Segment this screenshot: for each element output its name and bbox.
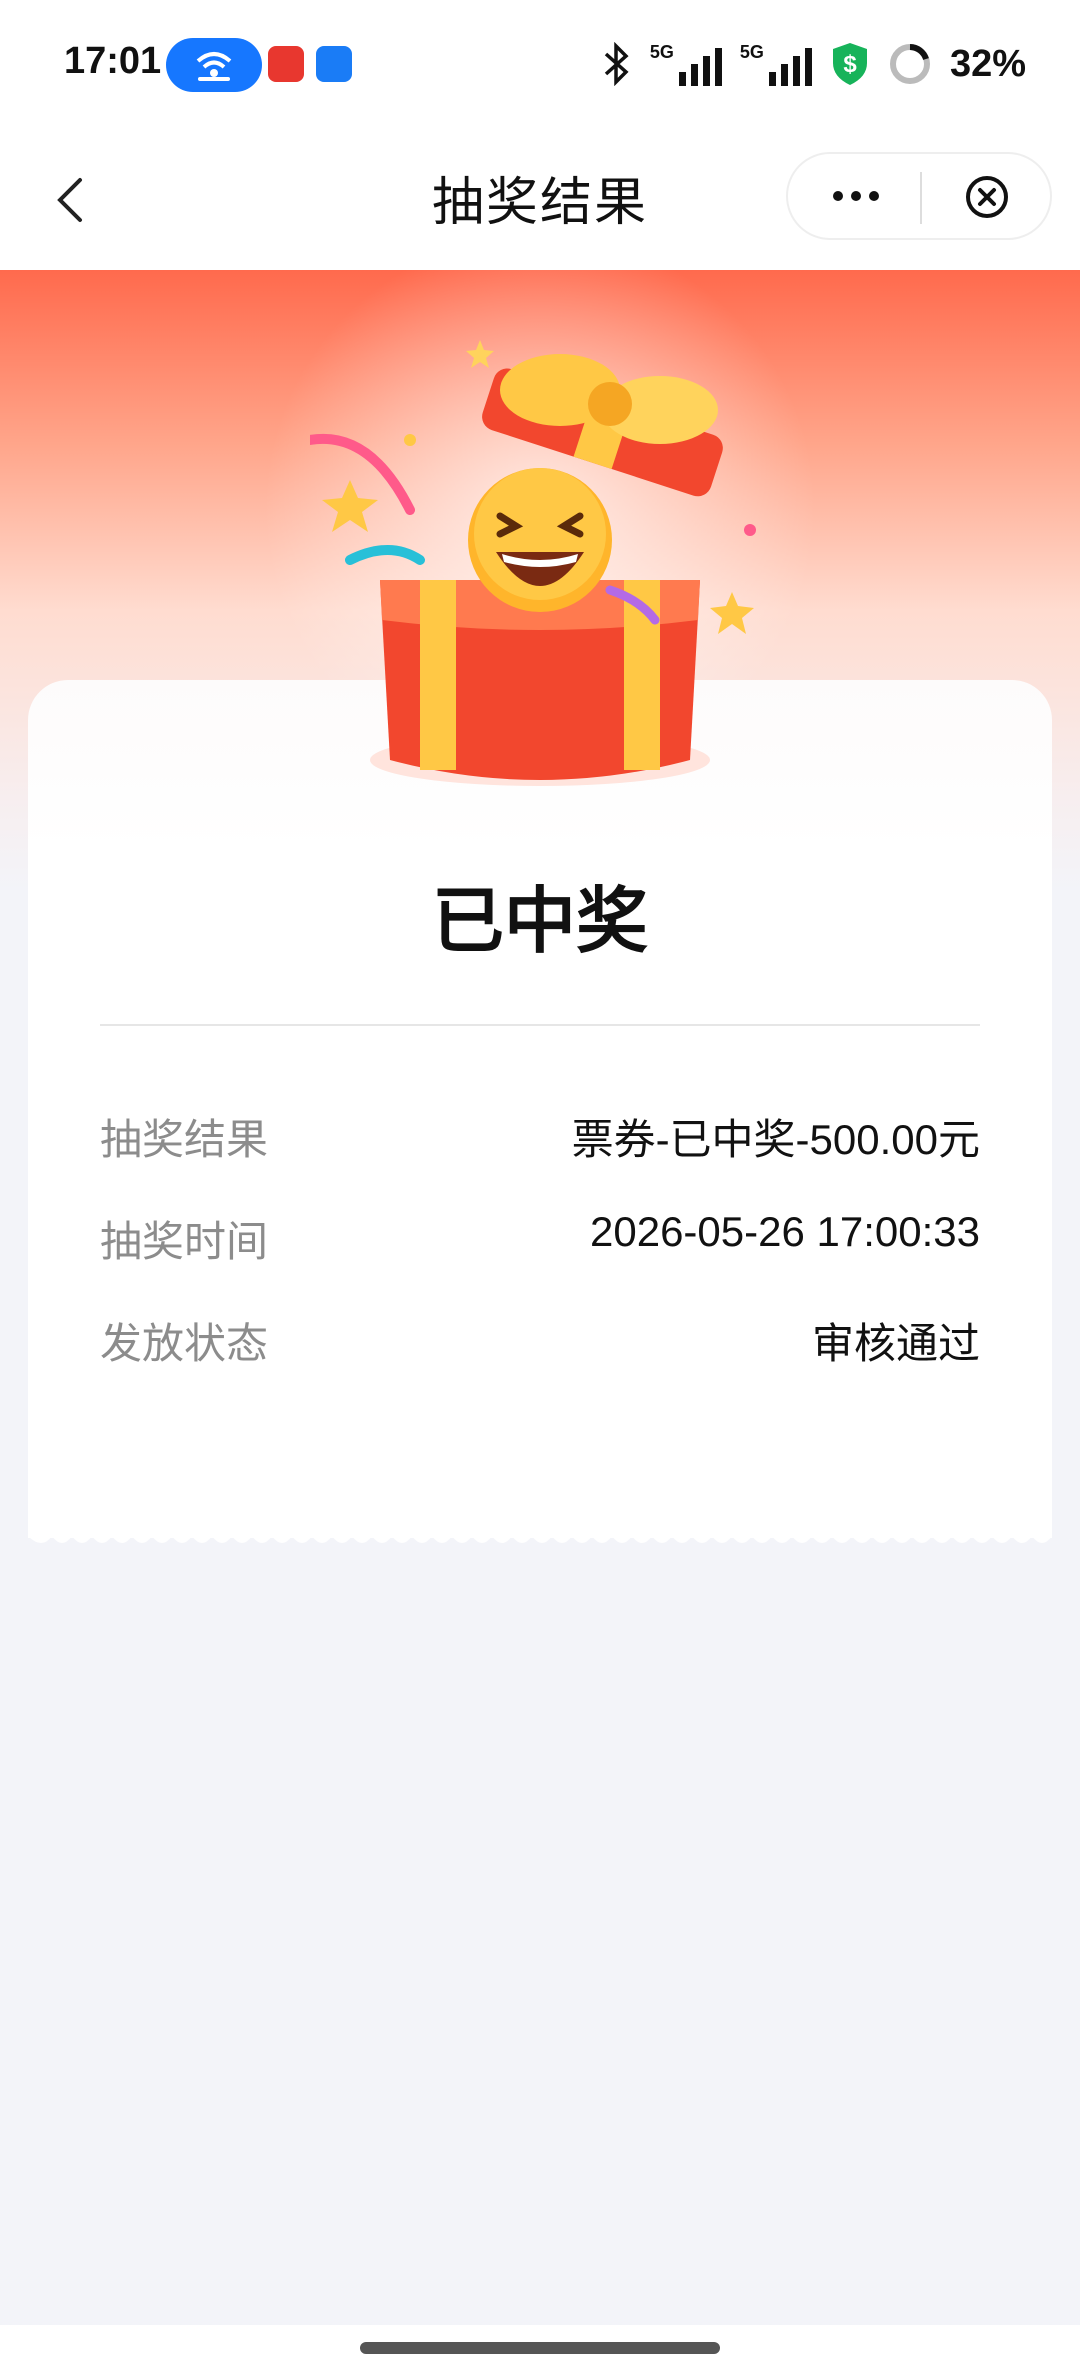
mini-program-capsule bbox=[786, 152, 1052, 240]
result-row: 抽奖结果 票券-已中奖-500.00元 bbox=[100, 1106, 980, 1166]
battery-ring-icon bbox=[889, 44, 930, 84]
wifi-hotspot-icon bbox=[196, 52, 232, 81]
status-bar: 17:01 5G 5G $ 32% bbox=[0, 0, 1080, 130]
issue-status-value: 审核通过 bbox=[811, 1320, 980, 1367]
app-notification-icon-2 bbox=[316, 46, 352, 82]
signal-label-2: 5G bbox=[739, 42, 764, 62]
issue-status-label: 发放状态 bbox=[100, 1320, 269, 1367]
card-divider bbox=[100, 1024, 980, 1026]
status-indicators: 5G 5G $ 32% bbox=[602, 36, 1026, 92]
signal-5g-icon-2: 5G bbox=[740, 42, 812, 86]
close-mini-program-icon[interactable] bbox=[964, 174, 1010, 220]
home-indicator[interactable] bbox=[360, 2342, 720, 2354]
status-time: 17:01 bbox=[64, 40, 162, 82]
nav-bar: 抽奖结果 bbox=[0, 130, 1080, 270]
draw-time-row: 抽奖时间 2026-05-26 17:00:33 bbox=[100, 1208, 980, 1268]
draw-time-value: 2026-05-26 17:00:33 bbox=[590, 1208, 980, 1255]
signal-5g-icon: 5G bbox=[650, 42, 722, 86]
shield-dollar-icon: $ bbox=[832, 43, 867, 85]
issue-status-row: 发放状态 审核通过 bbox=[100, 1310, 980, 1370]
capsule-divider bbox=[920, 172, 922, 224]
hotspot-pill[interactable] bbox=[166, 38, 262, 92]
result-value: 票券-已中奖-500.00元 bbox=[571, 1116, 980, 1163]
more-options-icon[interactable] bbox=[828, 176, 884, 216]
bluetooth-icon bbox=[604, 42, 629, 86]
battery-percent: 32% bbox=[949, 42, 1026, 85]
card-zigzag-edge bbox=[28, 1528, 1052, 1543]
signal-label: 5G bbox=[649, 42, 674, 62]
win-status-heading: 已中奖 bbox=[431, 882, 648, 962]
svg-text:$: $ bbox=[843, 51, 857, 78]
draw-time-label: 抽奖时间 bbox=[100, 1218, 269, 1265]
gift-box-smiley-icon bbox=[310, 340, 756, 786]
result-label: 抽奖结果 bbox=[100, 1116, 269, 1163]
app-notification-icon bbox=[268, 46, 304, 82]
